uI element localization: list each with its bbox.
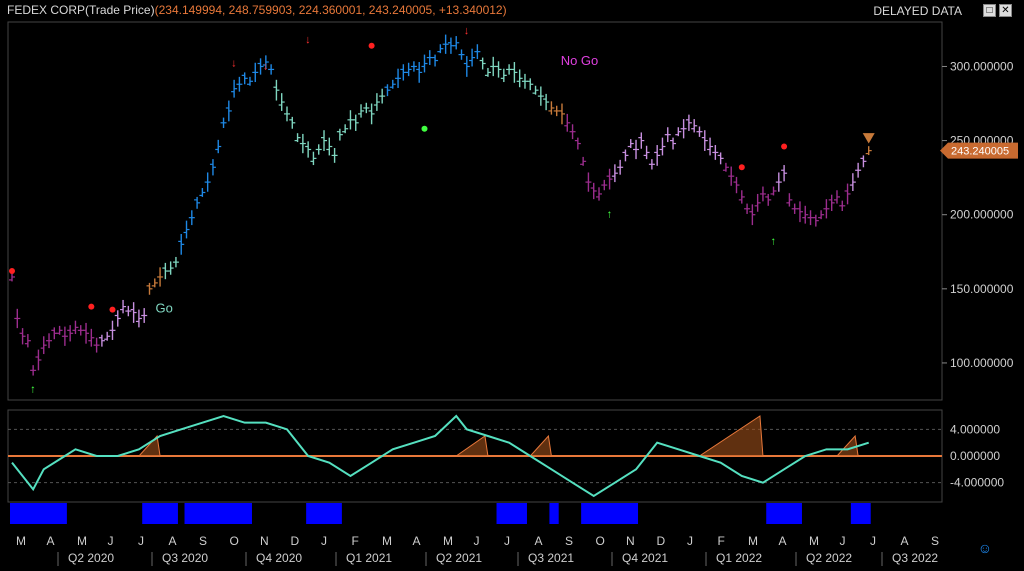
month-label: S	[199, 534, 207, 548]
month-label: J	[504, 534, 510, 548]
month-label: J	[687, 534, 693, 548]
delayed-data-label: DELAYED DATA	[873, 4, 962, 18]
nogo-annotation: No Go	[561, 53, 599, 68]
red-dot-signal	[88, 303, 95, 310]
month-label: F	[352, 534, 359, 548]
quarter-label: Q2 2021	[436, 551, 482, 565]
month-label: S	[565, 534, 573, 548]
maximize-icon[interactable]: □	[983, 4, 996, 17]
month-label: J	[138, 534, 144, 548]
go-annotation: Go	[155, 301, 172, 316]
month-label: J	[108, 534, 114, 548]
up-arrow-signal: ↑	[607, 209, 613, 221]
smiley-icon: ☺	[977, 540, 992, 556]
month-label: A	[169, 534, 177, 548]
regime-bar	[850, 503, 871, 524]
month-label: S	[931, 534, 939, 548]
oscillator-ytick-label: 0.000000	[950, 449, 1000, 463]
regime-bar	[184, 503, 252, 524]
red-dot-signal	[738, 164, 745, 171]
red-dot-signal	[109, 306, 116, 313]
quarter-label: Q4 2020	[256, 551, 302, 565]
month-label: A	[413, 534, 421, 548]
momentum-hatch	[697, 415, 764, 457]
price-panel-frame	[7, 21, 943, 401]
quarter-label: Q1 2022	[716, 551, 762, 565]
month-label: D	[657, 534, 666, 548]
quarter-label: Q2 2020	[68, 551, 114, 565]
chart-header: FEDEX CORP(Trade Price)(234.149994, 248.…	[7, 3, 507, 17]
regime-bar	[306, 503, 342, 524]
last-price-label: 243.240005	[951, 146, 1009, 158]
month-label: M	[77, 534, 87, 548]
oscillator-ytick-label: 4.000000	[950, 422, 1000, 436]
close-icon[interactable]: ✕	[999, 4, 1012, 17]
chart-symbol-title: FEDEX CORP(Trade Price)	[7, 3, 155, 17]
up-arrow-signal: ↑	[30, 384, 36, 396]
quarter-label: Q3 2021	[528, 551, 574, 565]
month-label: J	[474, 534, 480, 548]
red-dot-signal	[781, 143, 788, 150]
chart-root: 300.000000 250.000000 200.000000 150.000000…	[0, 0, 1024, 566]
momentum-hatch	[454, 435, 489, 457]
month-label: J	[870, 534, 876, 548]
month-label: F	[718, 534, 725, 548]
month-label: M	[382, 534, 392, 548]
red-dot-signal	[9, 268, 15, 275]
up-arrow-signal: ↑	[771, 235, 777, 247]
quarter-label: Q3 2020	[162, 551, 208, 565]
price-ytick-label: 100.000000	[950, 356, 1014, 370]
month-label: A	[779, 534, 787, 548]
quarter-label: Q4 2021	[622, 551, 668, 565]
regime-bar	[581, 503, 639, 524]
down-arrow-signal: ↓	[231, 57, 237, 69]
month-label: M	[16, 534, 26, 548]
month-label: A	[535, 534, 543, 548]
regime-bar	[142, 503, 178, 524]
month-label: A	[47, 534, 55, 548]
down-arrow-signal: ↓	[305, 34, 311, 46]
quarter-label: Q3 2022	[892, 551, 938, 565]
chart-ohlc-values: (234.149994, 248.759903, 224.360001, 243…	[154, 3, 507, 17]
oscillator-ytick-label: -4.000000	[950, 476, 1004, 490]
price-ytick-label: 200.000000	[950, 208, 1014, 222]
month-label: J	[840, 534, 846, 548]
month-label: O	[230, 534, 239, 548]
month-label: O	[596, 534, 605, 548]
quarter-label: Q2 2022	[806, 551, 852, 565]
green-dot-signal	[421, 125, 428, 132]
regime-bar	[496, 503, 527, 524]
month-label: J	[321, 534, 327, 548]
month-label: D	[291, 534, 300, 548]
regime-bar	[10, 503, 67, 524]
month-label: M	[443, 534, 453, 548]
regime-bar	[766, 503, 802, 524]
quarter-label: Q1 2021	[346, 551, 392, 565]
regime-bar	[549, 503, 559, 524]
chart-svg: 300.000000250.000000200.000000150.000000…	[7, 21, 1018, 566]
month-label: N	[260, 534, 269, 548]
month-label: M	[809, 534, 819, 548]
momentum-hatch	[529, 434, 552, 457]
triangle-signal	[862, 133, 875, 144]
down-arrow-signal: ↓	[263, 60, 269, 72]
month-label: M	[748, 534, 758, 548]
month-label: A	[901, 534, 909, 548]
price-ytick-label: 150.000000	[950, 282, 1014, 296]
down-arrow-signal: ↓	[464, 25, 470, 37]
red-dot-signal	[368, 42, 375, 49]
month-label: N	[626, 534, 635, 548]
price-ytick-label: 300.000000	[950, 59, 1014, 73]
